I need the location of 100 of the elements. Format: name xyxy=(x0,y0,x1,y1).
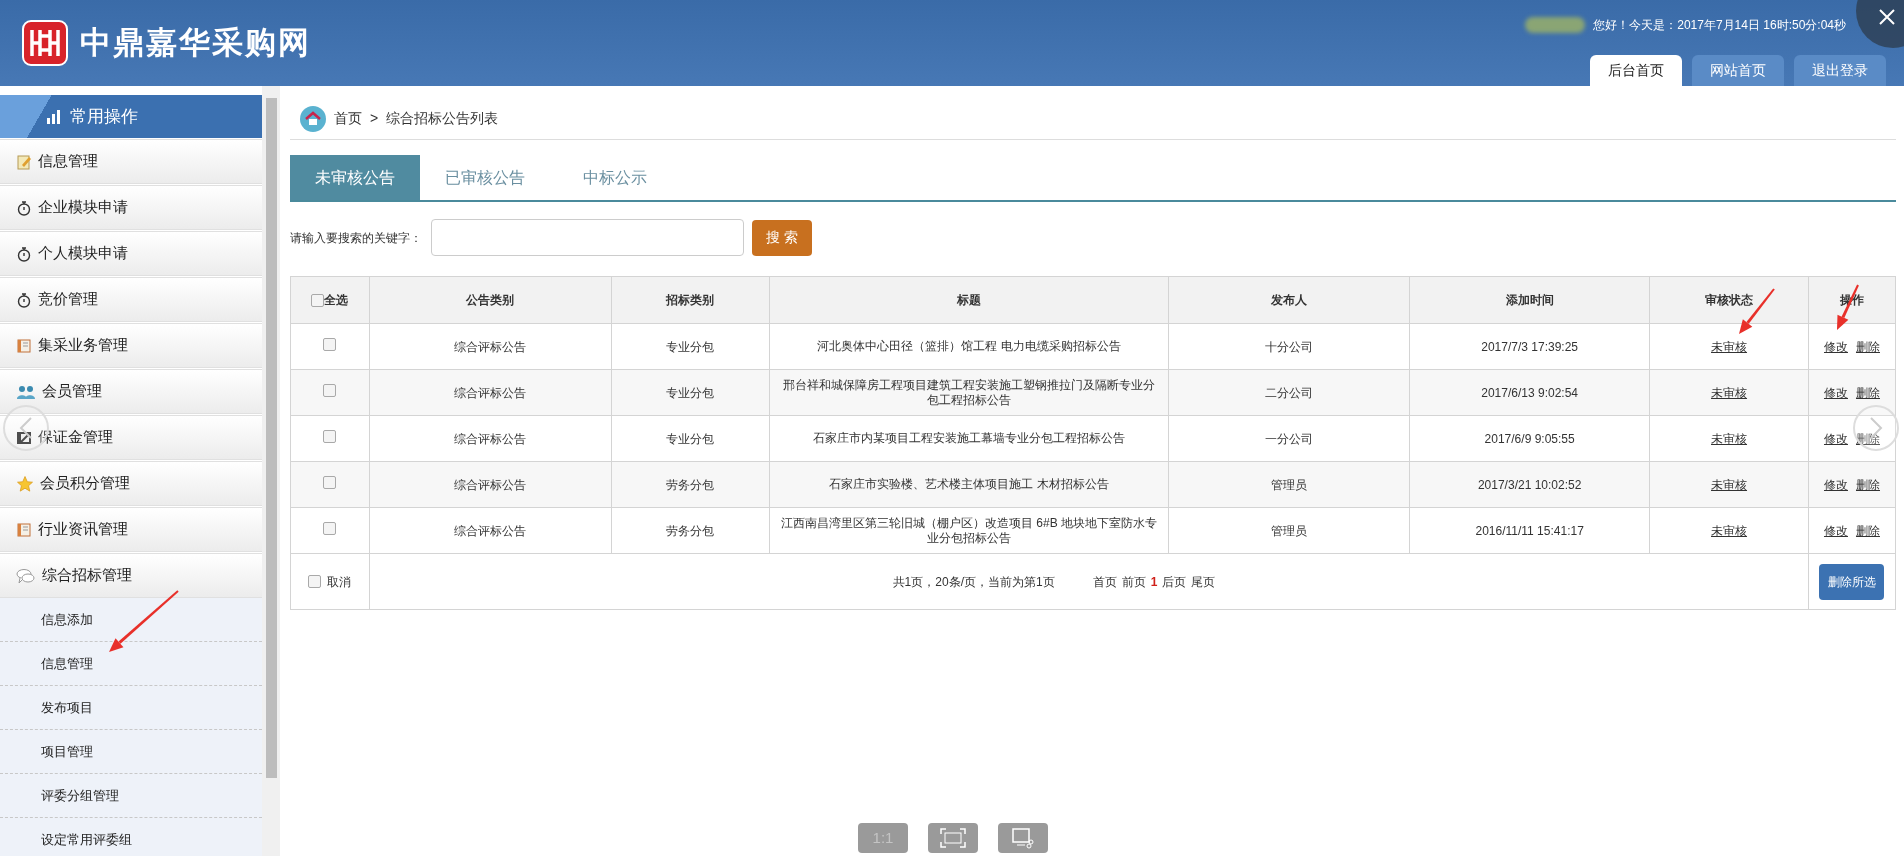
search-label: 请输入要搜索的关键字： xyxy=(290,229,423,247)
delete-selected-button[interactable]: 删除所选 xyxy=(1819,563,1885,600)
status-link[interactable]: 未审核 xyxy=(1711,431,1748,446)
monitor-scissors-icon xyxy=(1011,827,1035,849)
status-link[interactable]: 未审核 xyxy=(1711,477,1748,492)
submenu-item[interactable]: 项目管理 xyxy=(0,730,263,774)
sidebar-title: 常用操作 xyxy=(70,105,138,128)
table-cell: 石家庄市实验楼、艺术楼主体项目施工 木材招标公告 xyxy=(769,461,1169,508)
table-cell: 专业分包 xyxy=(611,323,770,370)
pager-link[interactable]: 前页 xyxy=(1121,572,1146,591)
screenshot-button[interactable] xyxy=(998,823,1048,853)
column-header: 发布人 xyxy=(1168,276,1410,324)
tab[interactable]: 未审核公告 xyxy=(290,155,420,200)
status-link[interactable]: 未审核 xyxy=(1711,339,1748,354)
table-cell: 综合评标公告 xyxy=(369,415,612,462)
submenu-item[interactable]: 信息管理 xyxy=(0,642,263,686)
stopwatch-icon xyxy=(16,291,32,308)
close-icon xyxy=(1878,8,1896,26)
search-button[interactable]: 搜 索 xyxy=(752,219,812,256)
table-cell: 石家庄市内某项目工程安装施工幕墙专业分包工程招标公告 xyxy=(769,415,1169,462)
greeting-text: 您好！今天是：2017年7月14日 16时:50分:04秒 xyxy=(1593,17,1846,34)
action-link[interactable]: 修改 xyxy=(1824,475,1848,494)
table-cell: 专业分包 xyxy=(611,415,770,462)
pager-link[interactable]: 后页 xyxy=(1162,572,1187,591)
sidebar-item[interactable]: 企业模块申请 xyxy=(0,185,263,230)
fullscreen-icon xyxy=(940,828,966,848)
sidebar-item[interactable]: 综合招标管理 xyxy=(0,553,263,598)
table-cell: 十分公司 xyxy=(1168,323,1410,370)
submenu-item[interactable]: 发布项目 xyxy=(0,686,263,730)
logo-icon xyxy=(22,20,68,66)
table-cell: 综合评标公告 xyxy=(369,369,612,416)
breadcrumb-current: 综合招标公告列表 xyxy=(386,109,499,128)
action-link[interactable]: 修改 xyxy=(1824,429,1848,448)
action-link[interactable]: 修改 xyxy=(1824,521,1848,540)
status-link[interactable]: 未审核 xyxy=(1711,385,1748,400)
header-nav-tab[interactable]: 后台首页 xyxy=(1590,55,1682,86)
status-link[interactable]: 未审核 xyxy=(1711,523,1748,538)
sidebar-item[interactable]: 会员积分管理 xyxy=(0,461,263,506)
submenu-item[interactable]: 信息添加 xyxy=(0,598,263,642)
stopwatch-icon xyxy=(16,245,32,262)
sidebar-item[interactable]: 行业资讯管理 xyxy=(0,507,263,552)
table-cell: 2017/3/21 10:02:52 xyxy=(1409,461,1650,508)
checkbox[interactable] xyxy=(323,521,337,535)
checkbox[interactable] xyxy=(323,337,337,351)
blurred-username xyxy=(1525,17,1586,33)
bar-chart-icon xyxy=(46,108,62,125)
table-cell: 综合评标公告 xyxy=(369,507,612,554)
sidebar-item[interactable]: 竞价管理 xyxy=(0,277,263,322)
header-nav-tab[interactable]: 网站首页 xyxy=(1692,55,1784,86)
checkbox[interactable] xyxy=(323,429,337,443)
sidebar-item[interactable]: 信息管理 xyxy=(0,139,263,184)
annotation-arrow xyxy=(109,590,179,652)
checkbox[interactable] xyxy=(323,475,337,489)
cancel-label: 取消 xyxy=(327,573,352,591)
table-cell: 劳务分包 xyxy=(611,461,770,508)
checkbox[interactable] xyxy=(323,383,337,397)
checkbox[interactable] xyxy=(308,575,322,588)
book-icon xyxy=(16,521,32,538)
action-link[interactable]: 修改 xyxy=(1824,383,1848,402)
submenu-item[interactable]: 设定常用评委组 xyxy=(0,818,263,856)
table-cell: 综合评标公告 xyxy=(369,323,612,370)
table-cell: 二分公司 xyxy=(1168,369,1410,416)
pagination-summary: 共1页，20条/页，当前为第1页 xyxy=(892,573,1055,591)
table-cell: 邢台祥和城保障房工程项目建筑工程安装施工塑钢推拉门及隔断专业分包工程招标公告 xyxy=(769,369,1169,416)
column-header: 添加时间 xyxy=(1409,276,1650,324)
people-icon xyxy=(16,383,36,400)
table-cell: 综合评标公告 xyxy=(369,461,612,508)
sidebar-item[interactable]: 个人模块申请 xyxy=(0,231,263,276)
search-field[interactable] xyxy=(431,219,744,256)
table-cell: 2017/6/13 9:02:54 xyxy=(1409,369,1650,416)
next-button[interactable] xyxy=(1853,405,1899,451)
action-link[interactable]: 删除 xyxy=(1856,429,1880,448)
sidebar-item[interactable]: 集采业务管理 xyxy=(0,323,263,368)
header-nav-tab[interactable]: 退出登录 xyxy=(1794,55,1886,86)
action-link[interactable]: 删除 xyxy=(1856,383,1880,402)
table-cell: 2017/7/3 17:39:25 xyxy=(1409,323,1650,370)
home-icon xyxy=(300,105,326,132)
action-link[interactable]: 修改 xyxy=(1824,337,1848,356)
breadcrumb-separator: > xyxy=(370,109,379,128)
pager-link[interactable]: 1 xyxy=(1150,572,1158,591)
pager-link[interactable]: 首页 xyxy=(1092,572,1117,591)
action-link[interactable]: 删除 xyxy=(1856,521,1880,540)
checkbox[interactable] xyxy=(311,293,325,307)
sidebar-item[interactable]: 会员管理 xyxy=(0,369,263,414)
pager-link[interactable]: 尾页 xyxy=(1191,572,1216,591)
select-all-label: 全选 xyxy=(324,292,349,309)
table-cell: 劳务分包 xyxy=(611,507,770,554)
column-header: 招标类别 xyxy=(611,276,770,324)
chevron-left-icon xyxy=(19,417,33,439)
action-link[interactable]: 删除 xyxy=(1856,475,1880,494)
table-cell: 河北奥体中心田径（篮排）馆工程 电力电缆采购招标公告 xyxy=(769,323,1169,370)
breadcrumb-link[interactable]: 首页 xyxy=(334,108,362,129)
submenu-item[interactable]: 评委分组管理 xyxy=(0,774,263,818)
table-cell: 管理员 xyxy=(1168,461,1410,508)
action-link[interactable]: 删除 xyxy=(1856,337,1880,356)
table-cell: 一分公司 xyxy=(1168,415,1410,462)
book-icon xyxy=(16,337,32,354)
column-header: 标题 xyxy=(769,276,1169,324)
scrollbar[interactable] xyxy=(262,86,280,856)
fit-screen-button[interactable] xyxy=(928,823,978,853)
